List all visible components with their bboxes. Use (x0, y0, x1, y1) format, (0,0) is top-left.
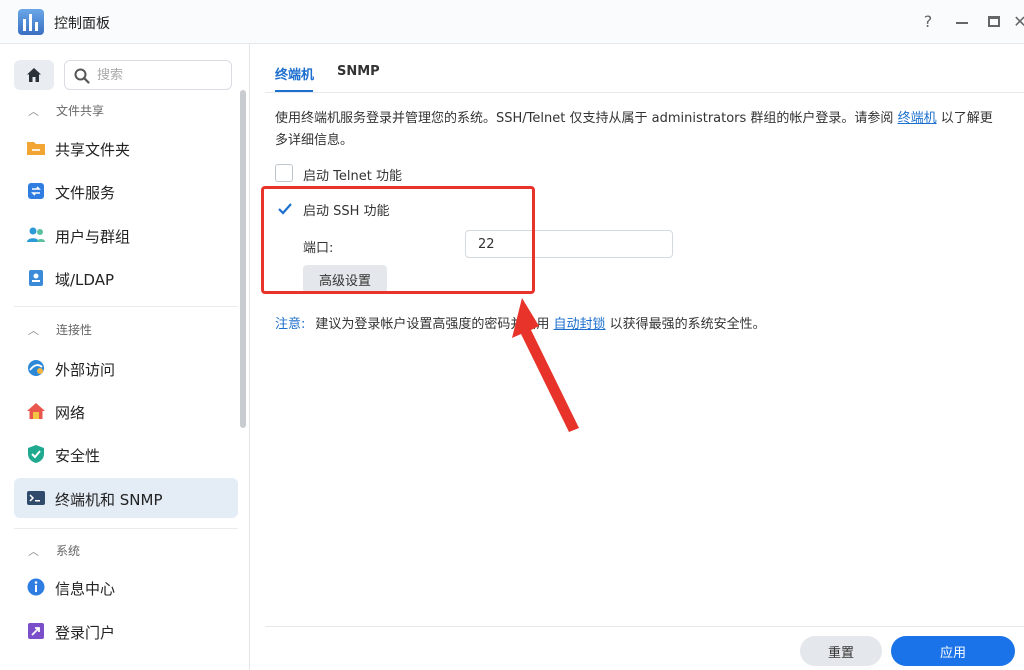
section-header-system[interactable]: ︿ 系统 (28, 542, 80, 562)
sidebar-scrollbar[interactable] (240, 90, 246, 428)
section-header-connectivity[interactable]: ︿ 连接性 (28, 321, 92, 341)
help-button[interactable]: ? (916, 10, 940, 34)
note-label: 注意: (275, 317, 306, 332)
sidebar-item-label: 文件服务 (55, 184, 116, 202)
sidebar-item-label: 终端机和 SNMP (55, 491, 163, 509)
terminal-icon (27, 491, 45, 505)
sidebar-item-label: 登录门户 (55, 624, 116, 642)
terminal-description: 使用终端机服务登录并管理您的系统。SSH/Telnet 仅支持从属于 admin… (275, 111, 993, 148)
ssh-label: 启动 SSH 功能 (303, 204, 390, 219)
sidebar-item-label: 域/LDAP (55, 271, 115, 289)
home-button[interactable] (14, 60, 54, 90)
port-label: 端口: (303, 241, 334, 256)
sidebar-item-label: 网络 (55, 404, 86, 422)
external-access-icon (28, 360, 44, 376)
close-button[interactable]: ✕ (1008, 10, 1024, 34)
sidebar-item-label: 共享文件夹 (55, 141, 131, 159)
sidebar-item-login-portal[interactable]: 登录门户 (14, 611, 238, 651)
chevron-up-icon: ︿ (28, 324, 39, 337)
window-title: 控制面板 (54, 16, 110, 32)
folder-icon (27, 142, 45, 155)
ssh-checkbox[interactable] (275, 199, 293, 217)
sidebar-item-domain-ldap[interactable]: 域/LDAP (14, 258, 238, 298)
sidebar-divider (14, 306, 238, 307)
tab-terminal[interactable]: 终端机 (275, 64, 314, 83)
search-input[interactable] (97, 65, 225, 85)
telnet-label: 启动 Telnet 功能 (303, 169, 402, 184)
telnet-checkbox[interactable] (275, 164, 293, 182)
maximize-button[interactable] (982, 10, 1006, 34)
sidebar-item-info-center[interactable]: 信息中心 (14, 567, 238, 607)
tab-snmp[interactable]: SNMP (337, 64, 380, 79)
terminal-help-link[interactable]: 终端机 (898, 111, 937, 126)
sidebar-item-shared-folder[interactable]: 共享文件夹 (14, 128, 238, 168)
sidebar-item-label: 安全性 (55, 447, 101, 465)
tab-divider (265, 92, 1024, 93)
file-services-icon (28, 183, 44, 199)
sidebar-divider (14, 528, 238, 529)
domain-icon (29, 270, 43, 286)
shield-icon (28, 445, 44, 463)
auto-block-link[interactable]: 自动封锁 (554, 317, 606, 332)
sidebar-item-label: 用户与群组 (55, 228, 131, 246)
control-panel-window: 控制面板 ? ✕ ︿文件共享 共享文 (0, 0, 1024, 670)
sidebar-item-label: 信息中心 (55, 580, 116, 598)
section-header-file-sharing[interactable]: ︿ 文件共享 (28, 102, 104, 122)
security-note: 注意: 建议为登录帐户设置高强度的密码并启用 自动封锁 以获得最强的系统安全性。 (275, 317, 766, 332)
port-input[interactable] (465, 230, 673, 258)
search-box[interactable] (64, 60, 232, 90)
sidebar-item-file-services[interactable]: 文件服务 (14, 171, 238, 211)
footer-divider (265, 626, 1024, 627)
close-icon: ✕ (1013, 12, 1024, 31)
network-home-icon (27, 403, 45, 419)
control-panel-app-icon (18, 9, 44, 35)
search-icon (74, 68, 90, 84)
login-portal-icon (28, 623, 44, 639)
help-icon: ? (923, 12, 933, 31)
reset-button[interactable]: 重置 (800, 636, 882, 666)
sidebar: ︿文件共享 共享文件夹 文件服务 用户与群组 (0, 44, 250, 670)
chevron-up-icon: ︿ (28, 545, 39, 558)
users-icon (27, 227, 45, 242)
sidebar-item-terminal-snmp[interactable]: 终端机和 SNMP (14, 478, 238, 518)
title-bar: 控制面板 ? ✕ (0, 0, 1024, 44)
info-icon (27, 578, 45, 596)
sidebar-item-network[interactable]: 网络 (14, 391, 238, 431)
home-icon (27, 68, 41, 82)
chevron-up-icon: ︿ (28, 105, 39, 118)
sidebar-item-security[interactable]: 安全性 (14, 434, 238, 474)
minimize-icon (956, 22, 968, 24)
apply-button[interactable]: 应用 (891, 636, 1015, 666)
checkmark-icon (278, 203, 292, 215)
advanced-settings-button[interactable]: 高级设置 (303, 265, 387, 293)
maximize-icon (988, 16, 1000, 27)
sidebar-item-users-groups[interactable]: 用户与群组 (14, 215, 238, 255)
sidebar-item-label: 外部访问 (55, 361, 116, 379)
sidebar-item-external-access[interactable]: 外部访问 (14, 348, 238, 388)
main-pane: 终端机 SNMP 使用终端机服务登录并管理您的系统。SSH/Telnet 仅支持… (251, 44, 1024, 670)
minimize-button[interactable] (950, 10, 974, 34)
